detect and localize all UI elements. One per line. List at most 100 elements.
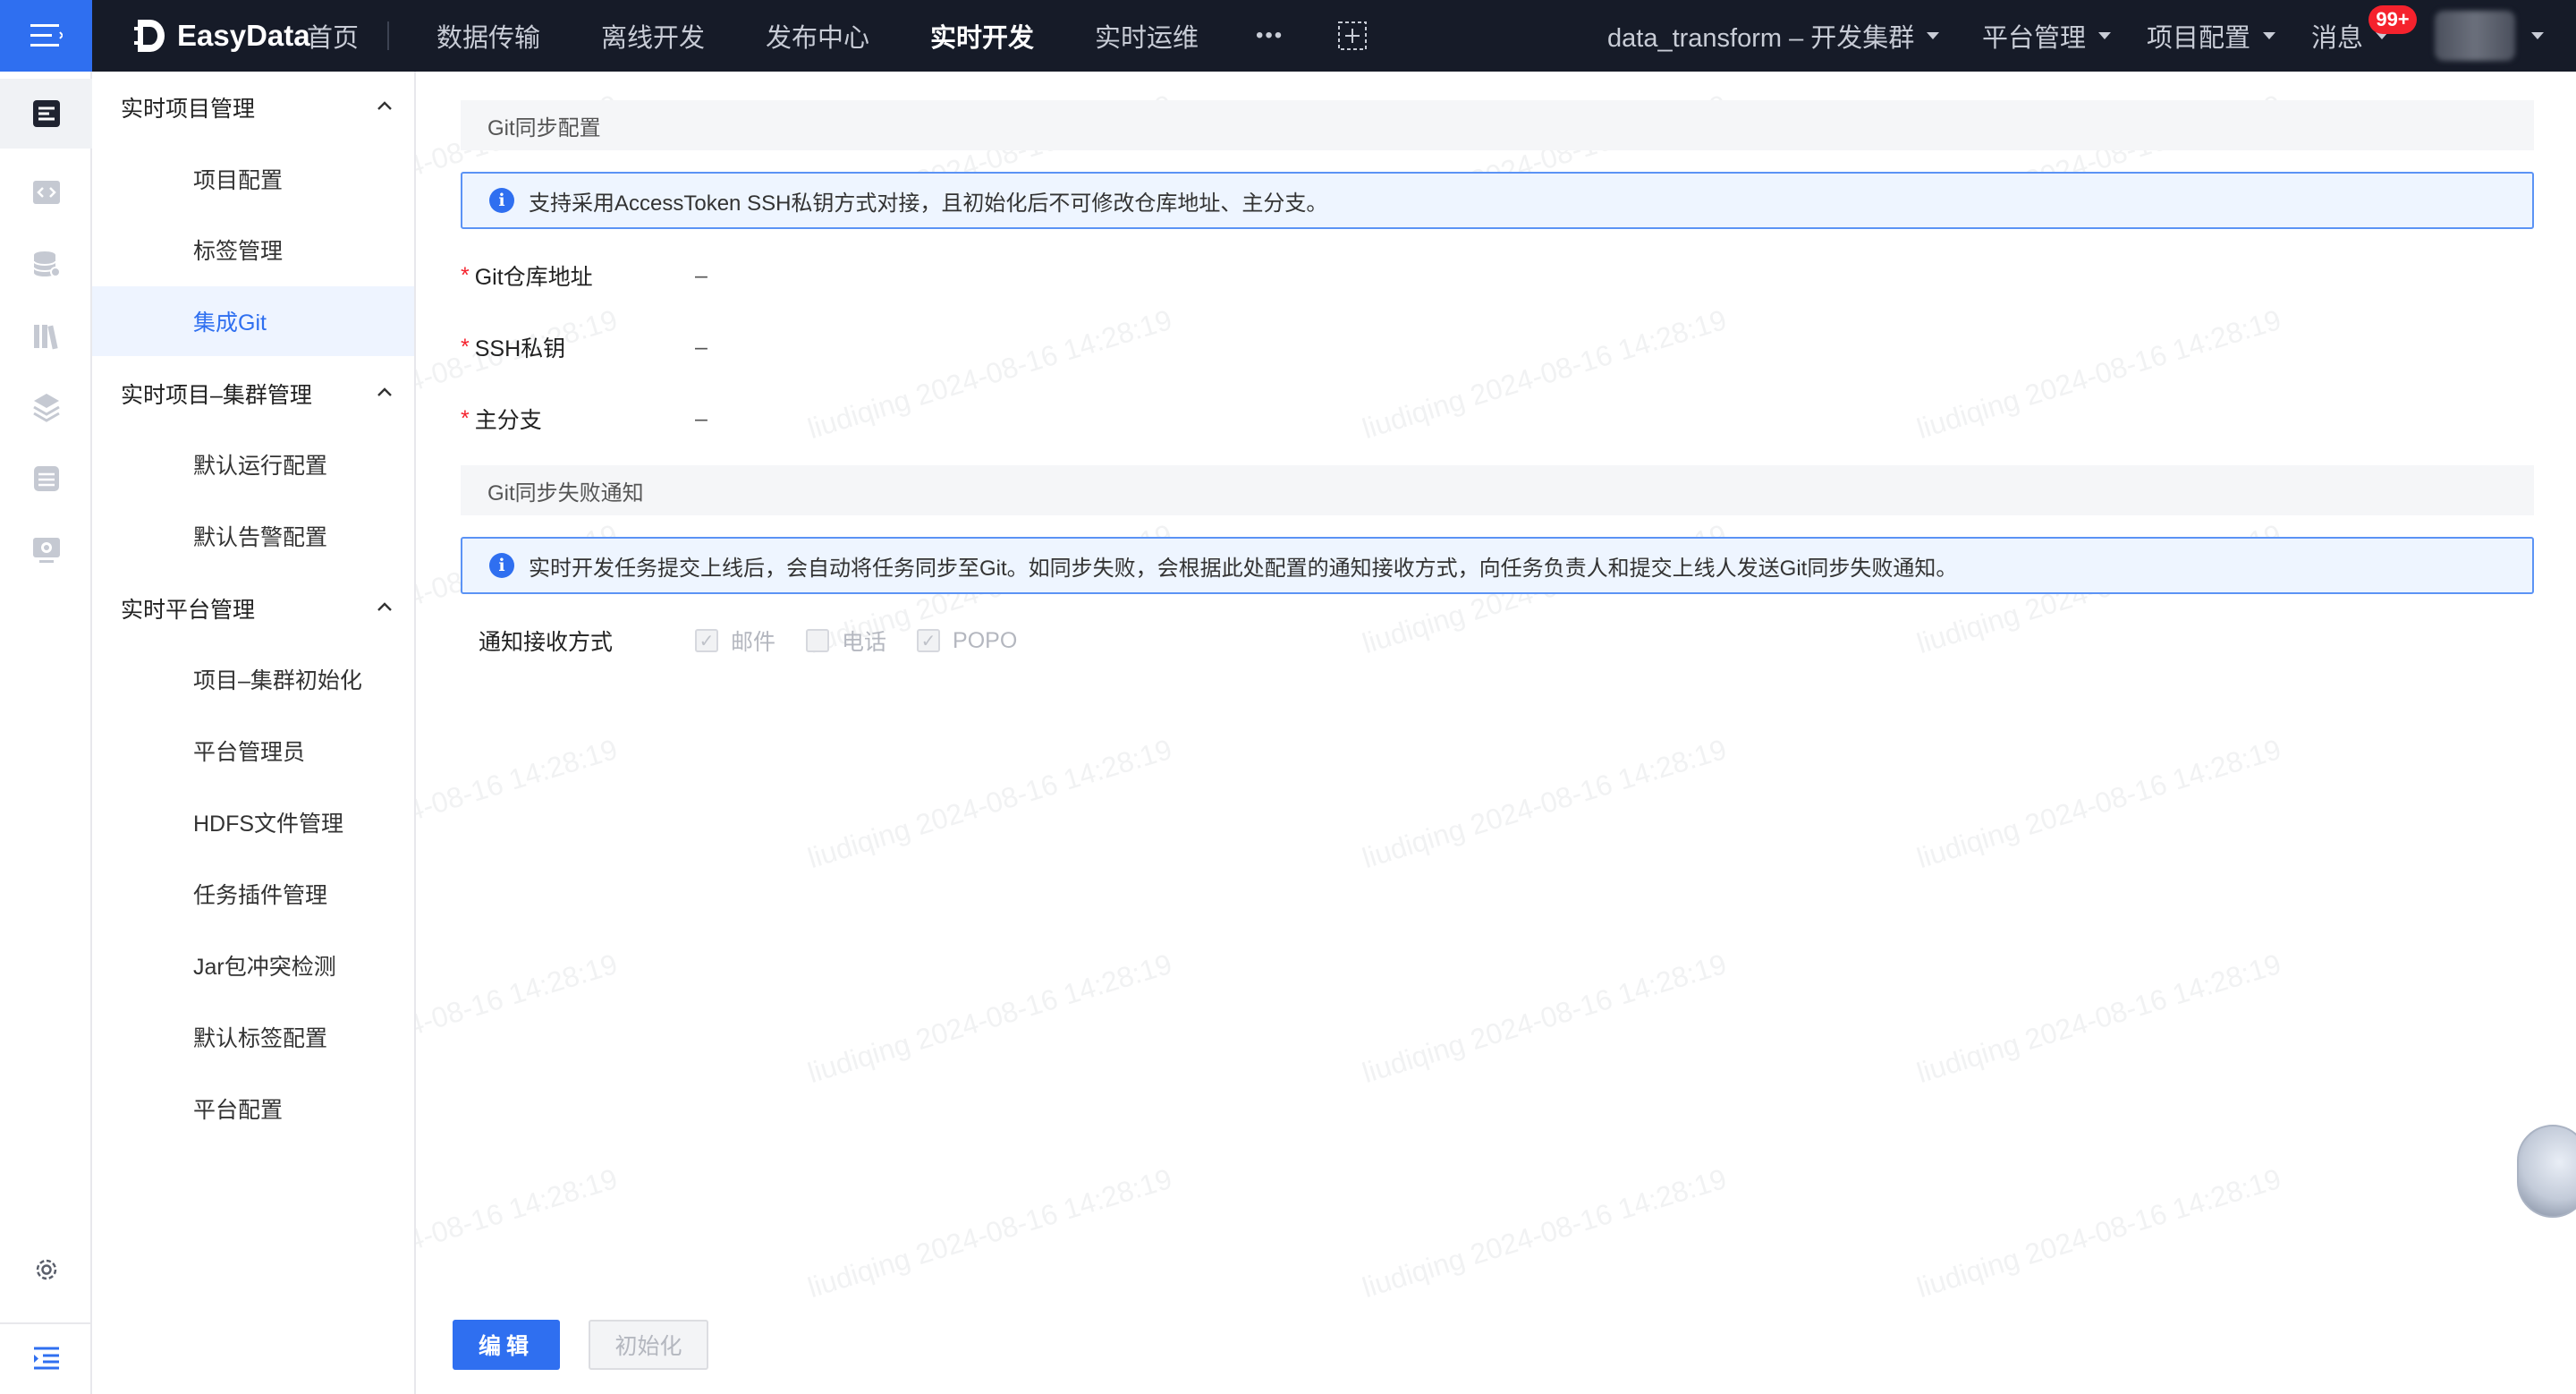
git-sync-notice: 支持采用AccessToken SSH私钥方式对接，且初始化后不可修改仓库地址、… [529,191,1328,216]
sidebar-item-cluster-init[interactable]: 项目–集群初始化 [92,644,414,714]
chevron-up-icon [377,101,392,110]
menu-icon[interactable] [0,0,92,72]
nav-release-center[interactable]: 发布中心 [766,0,869,72]
more-icon[interactable]: ••• [1256,0,1284,72]
git-repo-label: Git仓库地址 [474,265,593,290]
messages-label: 消息 [2311,24,2364,53]
chevron-down-icon [2098,32,2112,39]
platform-admin-menu[interactable]: 平台管理 [1982,0,2112,72]
nav-offline-dev[interactable]: 离线开发 [601,0,705,72]
watermark: liudiqing 2024-08-16 14:28:19 [416,947,622,1089]
database-icon[interactable] [0,229,92,299]
ssh-key-label: SSH私钥 [474,336,566,361]
git-sync-info-alert: i 支持采用AccessToken SSH私钥方式对接，且初始化后不可修改仓库地… [461,172,2534,229]
sidebar-item-default-tags[interactable]: 默认标签配置 [92,1002,414,1072]
main-branch-value: – [695,405,708,431]
logo[interactable]: EasyData [134,0,310,72]
nav-realtime-ops[interactable]: 实时运维 [1095,0,1199,72]
watermark: liudiqing 2024-08-16 14:28:19 [803,1161,1176,1305]
fail-notify-info-alert: i 实时开发任务提交上线后，会自动将任务同步至Git。如同步失败，会根据此处配置… [461,537,2534,594]
dashboard-icon[interactable] [0,79,92,149]
nav-realtime-dev[interactable]: 实时开发 [930,0,1034,72]
checkbox-checked-icon: ✓ [695,629,718,652]
info-icon: i [489,553,514,578]
sidebar-group-platform[interactable]: 实时平台管理 [121,582,416,635]
sidebar-item-jar-conflict[interactable]: Jar包冲突检测 [92,931,414,1000]
git-sync-section-title: Git同步配置 [461,100,2534,150]
edit-button[interactable]: 编辑 [453,1320,560,1370]
code-icon[interactable] [0,157,92,227]
sidebar-item-default-run-config[interactable]: 默认运行配置 [92,429,414,499]
sidebar-group-cluster[interactable]: 实时项目–集群管理 [121,367,416,421]
git-repo-row: * Git仓库地址 – [461,249,1355,302]
watermark: liudiqing 2024-08-16 14:28:19 [803,732,1176,875]
info-icon: i [489,188,514,213]
user-menu[interactable] [2519,0,2544,72]
main-branch-row: * 主分支 – [461,392,1355,446]
watermark: liudiqing 2024-08-16 14:28:19 [416,732,622,874]
checkbox-checked-icon: ✓ [917,629,941,652]
monitor-icon[interactable] [0,515,92,585]
required-mark: * [461,334,470,360]
top-nav-bar: EasyData 首页 数据传输 离线开发 发布中心 实时开发 实时运维 •••… [0,0,2576,72]
sidebar-group-realtime-project[interactable]: 实时项目管理 [121,81,416,134]
watermark: liudiqing 2024-08-16 14:28:19 [803,947,1176,1090]
ssh-key-value: – [695,334,708,360]
notify-method-label: 通知接收方式 [479,630,614,655]
add-tab-icon[interactable] [1338,0,1367,72]
icon-rail [0,72,92,1394]
sidebar-item-project-config[interactable]: 项目配置 [92,144,414,214]
project-config-label: 项目配置 [2147,24,2251,53]
project-config-menu[interactable]: 项目配置 [2147,0,2276,72]
nav-home[interactable]: 首页 [307,0,359,72]
nav-divider [387,21,389,50]
collapse-icon[interactable] [0,1322,92,1392]
storage-icon[interactable] [0,444,92,514]
sidebar-item-platform-admins[interactable]: 平台管理员 [92,716,414,786]
sidebar-group-label: 实时平台管理 [121,598,256,623]
nav-data-transfer[interactable]: 数据传输 [436,0,540,72]
sidebar-item-tag-management[interactable]: 标签管理 [92,215,414,285]
git-repo-value: – [695,262,708,288]
watermark: liudiqing 2024-08-16 14:28:19 [1358,1161,1731,1305]
sidebar-group-label: 实时项目管理 [121,97,256,122]
sidebar-item-task-plugins[interactable]: 任务插件管理 [92,859,414,929]
watermark: liudiqing 2024-08-16 14:28:19 [1912,947,2285,1090]
watermark: liudiqing 2024-08-16 14:28:19 [416,1161,622,1304]
checkbox-unchecked-icon [806,629,830,652]
chevron-down-icon [2263,32,2276,39]
fail-notify-section-title: Git同步失败通知 [461,465,2534,515]
logo-icon [134,20,165,52]
required-mark: * [461,405,470,431]
notify-phone-label: 电话 [842,630,887,655]
settings-icon[interactable] [0,1235,92,1305]
platform-admin-label: 平台管理 [1982,24,2087,53]
sidebar-item-default-alert-config[interactable]: 默认告警配置 [92,501,414,571]
library-icon[interactable] [0,301,92,370]
required-mark: * [461,262,470,288]
assistant-bot-icon[interactable] [2517,1125,2576,1218]
chevron-down-icon [2531,32,2544,39]
ssh-key-row: * SSH私钥 – [461,320,1355,374]
chevron-up-icon [377,387,392,396]
watermark: liudiqing 2024-08-16 14:28:19 [1358,947,1731,1090]
logo-text: EasyData [177,19,310,52]
chevron-down-icon [1927,32,1940,39]
watermark: liudiqing 2024-08-16 14:28:19 [1912,732,2285,875]
watermark: liudiqing 2024-08-16 14:28:19 [1358,302,1731,446]
main-content: liudiqing 2024-08-16 14:28:19 liudiqing … [416,72,2576,1394]
message-count-badge: 99+ [2368,5,2417,34]
layers-icon[interactable] [0,372,92,442]
sidebar-item-integrate-git[interactable]: 集成Git [92,286,414,356]
avatar[interactable] [2435,11,2515,61]
chevron-up-icon [377,602,392,611]
notify-popo-checkbox[interactable]: ✓ POPO [917,628,1017,654]
notify-email-checkbox[interactable]: ✓ 邮件 [695,625,775,657]
fail-notify-notice: 实时开发任务提交上线后，会自动将任务同步至Git。如同步失败，会根据此处配置的通… [529,556,1958,581]
init-button[interactable]: 初始化 [589,1320,708,1370]
sidebar-item-platform-config[interactable]: 平台配置 [92,1074,414,1143]
notify-phone-checkbox[interactable]: 电话 [806,625,886,657]
project-selector-label: data_transform – 开发集群 [1607,24,1915,53]
project-selector[interactable]: data_transform – 开发集群 [1607,0,1940,72]
sidebar-item-hdfs-files[interactable]: HDFS文件管理 [92,787,414,857]
